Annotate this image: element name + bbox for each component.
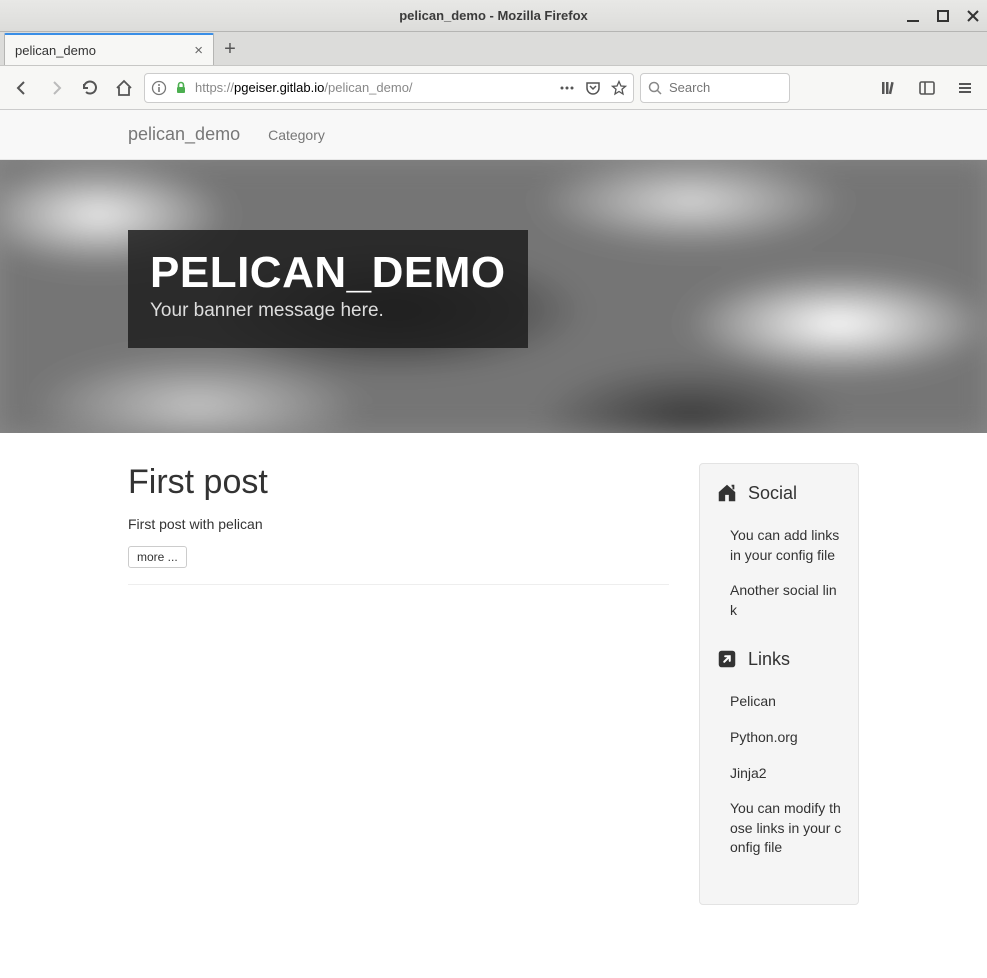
links-list: Pelican Python.org Jinja2 You can modify… xyxy=(716,684,842,866)
window-minimize-button[interactable] xyxy=(905,8,921,24)
window-titlebar: pelican_demo - Mozilla Firefox xyxy=(0,0,987,32)
sidebar-heading-links: Links xyxy=(716,648,842,670)
address-bar[interactable]: https://pgeiser.gitlab.io/pelican_demo/ xyxy=(144,73,634,103)
search-icon xyxy=(647,80,663,96)
banner-subtitle: Your banner message here. xyxy=(150,300,506,322)
search-input[interactable] xyxy=(669,80,783,95)
navbar-link-category[interactable]: Category xyxy=(268,127,325,143)
social-link-item[interactable]: Another social link xyxy=(716,573,842,628)
bookmark-star-icon[interactable] xyxy=(611,80,627,96)
post-separator xyxy=(128,584,669,585)
back-button[interactable] xyxy=(8,74,36,102)
window-maximize-button[interactable] xyxy=(935,8,951,24)
menu-button[interactable] xyxy=(951,74,979,102)
forward-button xyxy=(42,74,70,102)
browser-toolbar: https://pgeiser.gitlab.io/pelican_demo/ xyxy=(0,66,987,110)
url-host: pgeiser.gitlab.io xyxy=(234,80,324,95)
link-item[interactable]: You can modify those links in your confi… xyxy=(716,791,842,866)
social-heading-label: Social xyxy=(748,483,797,504)
info-icon[interactable] xyxy=(151,80,167,96)
url-path: /pelican_demo/ xyxy=(324,80,412,95)
social-links-list: You can add links in your config file An… xyxy=(716,518,842,628)
post-excerpt: First post with pelican xyxy=(128,516,669,532)
tab-strip: pelican_demo × + xyxy=(0,32,987,66)
home-icon xyxy=(716,482,738,504)
banner-title: PELICAN_DEMO xyxy=(150,248,506,298)
banner-text-box: PELICAN_DEMO Your banner message here. xyxy=(128,230,528,348)
sidebar-toggle-button[interactable] xyxy=(913,74,941,102)
reload-button[interactable] xyxy=(76,74,104,102)
read-more-button[interactable]: more ... xyxy=(128,546,187,568)
pocket-icon[interactable] xyxy=(585,80,601,96)
window-close-button[interactable] xyxy=(965,8,981,24)
url-display: https://pgeiser.gitlab.io/pelican_demo/ xyxy=(195,80,553,95)
navbar-brand[interactable]: pelican_demo xyxy=(128,124,240,145)
links-heading-label: Links xyxy=(748,649,790,670)
page-viewport[interactable]: pelican_demo Category PELICAN_DEMO Your … xyxy=(0,110,987,978)
site-navbar: pelican_demo Category xyxy=(0,110,987,160)
window-controls xyxy=(905,0,981,32)
link-item[interactable]: Pelican xyxy=(716,684,842,720)
page-content: First post First post with pelican more … xyxy=(0,433,987,945)
lock-icon[interactable] xyxy=(173,80,189,96)
link-item[interactable]: Python.org xyxy=(716,720,842,756)
search-bar[interactable] xyxy=(640,73,790,103)
new-tab-button[interactable]: + xyxy=(214,33,246,65)
url-scheme: https:// xyxy=(195,80,234,95)
tab-close-button[interactable]: × xyxy=(194,42,203,59)
sidebar-heading-social: Social xyxy=(716,482,842,504)
post-title[interactable]: First post xyxy=(128,463,669,502)
social-link-item[interactable]: You can add links in your config file xyxy=(716,518,842,573)
page-actions-icon[interactable] xyxy=(559,80,575,96)
library-button[interactable] xyxy=(875,74,903,102)
browser-tab-active[interactable]: pelican_demo × xyxy=(4,33,214,65)
tab-label: pelican_demo xyxy=(15,43,96,58)
main-column: First post First post with pelican more … xyxy=(128,463,669,585)
window-title: pelican_demo - Mozilla Firefox xyxy=(399,8,588,23)
external-link-icon xyxy=(716,648,738,670)
home-button[interactable] xyxy=(110,74,138,102)
sidebar-panel: Social You can add links in your config … xyxy=(699,463,859,905)
hero-banner: PELICAN_DEMO Your banner message here. xyxy=(0,160,987,433)
link-item[interactable]: Jinja2 xyxy=(716,756,842,792)
